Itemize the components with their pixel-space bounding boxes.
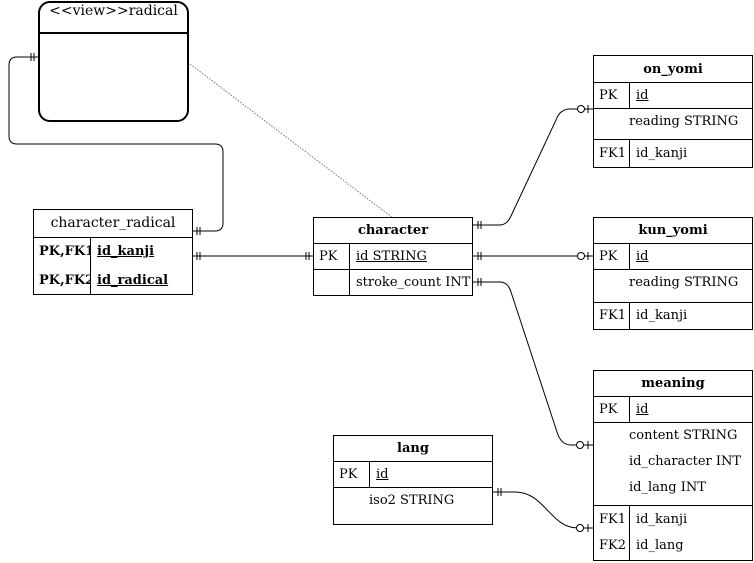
field-key: FK1 bbox=[594, 140, 630, 167]
entity-character-radical[interactable]: character_radical PK,FK1 id_kanji PK,FK2… bbox=[33, 209, 193, 295]
entity-title: meaning bbox=[594, 371, 752, 397]
entity-title: on_yomi bbox=[594, 56, 752, 83]
pk-row: PK id bbox=[334, 462, 492, 488]
field-key: PK,FK2 bbox=[34, 266, 91, 295]
field-row: PK id STRING bbox=[314, 244, 472, 270]
attr-row: reading STRING bbox=[594, 270, 752, 303]
field-name: id_lang INT bbox=[629, 480, 706, 495]
pk-row: PK id bbox=[594, 244, 752, 270]
field-name: id bbox=[636, 402, 649, 417]
field-name: reading STRING bbox=[629, 114, 739, 129]
field-key: PK bbox=[594, 244, 630, 269]
entity-title: kun_yomi bbox=[594, 218, 752, 244]
entity-character[interactable]: character PK id STRING stroke_count INT bbox=[313, 217, 473, 296]
field-row: PK,FK2 id_radical bbox=[34, 266, 192, 295]
pk-row: PK id bbox=[594, 397, 752, 423]
field-name: iso2 STRING bbox=[369, 493, 455, 508]
field-name: stroke_count INT bbox=[356, 275, 471, 290]
field-row: stroke_count INT bbox=[314, 270, 472, 295]
field-key bbox=[314, 270, 350, 295]
view-title: <<view>>radical bbox=[40, 3, 187, 34]
attr-row: reading STRING bbox=[594, 109, 752, 140]
attr-row: iso2 STRING bbox=[334, 488, 492, 524]
entity-title: character_radical bbox=[34, 210, 192, 238]
fk-row: FK1 id_kanji bbox=[594, 303, 752, 329]
field-key: PK bbox=[314, 244, 350, 269]
rel-character-to-meaning bbox=[473, 281, 593, 446]
fk-row: FK1 id_kanji bbox=[594, 140, 752, 167]
field-name: id_kanji bbox=[636, 146, 688, 161]
entity-kun-yomi[interactable]: kun_yomi PK id reading STRING FK1 id_kan… bbox=[593, 217, 753, 330]
view-radical[interactable]: <<view>>radical bbox=[38, 1, 189, 122]
pk-row: PK id bbox=[594, 83, 752, 109]
field-name: id STRING bbox=[356, 249, 427, 264]
attr-group: content STRING id_character INT id_lang … bbox=[594, 423, 752, 506]
field-name: id_lang bbox=[636, 538, 684, 553]
field-name: id_kanji bbox=[97, 244, 155, 259]
field-name: id bbox=[636, 88, 649, 103]
field-key: PK,FK1 bbox=[34, 238, 91, 266]
field-name: id_kanji bbox=[636, 308, 688, 323]
rel-lang-to-meaning bbox=[493, 491, 593, 529]
fk-group: FK1 id_kanji FK2 id_lang bbox=[594, 506, 752, 560]
field-key: FK2 bbox=[599, 538, 627, 553]
view-dependency-line bbox=[189, 63, 394, 219]
field-key: FK1 bbox=[594, 303, 630, 329]
field-name: reading STRING bbox=[629, 275, 739, 290]
field-name: id bbox=[636, 249, 649, 264]
field-key: PK bbox=[594, 397, 630, 422]
rel-character-to-on-yomi bbox=[473, 108, 593, 226]
field-key: PK bbox=[594, 83, 630, 108]
entity-meaning[interactable]: meaning PK id content STRING id_characte… bbox=[593, 370, 753, 561]
entity-on-yomi[interactable]: on_yomi PK id reading STRING FK1 id_kanj… bbox=[593, 55, 753, 168]
field-key: PK bbox=[334, 462, 370, 487]
field-row: PK,FK1 id_kanji bbox=[34, 238, 192, 266]
field-name: id_radical bbox=[97, 273, 169, 288]
entity-title: lang bbox=[334, 436, 492, 462]
entity-title: character bbox=[314, 218, 472, 244]
entity-lang[interactable]: lang PK id iso2 STRING bbox=[333, 435, 493, 525]
field-name: id bbox=[376, 467, 389, 482]
